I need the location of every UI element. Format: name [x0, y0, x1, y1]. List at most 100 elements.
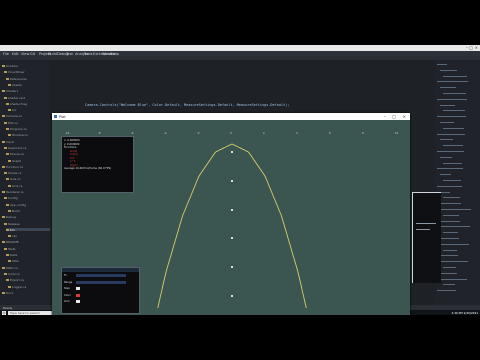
tree-item[interactable]: References	[6, 76, 50, 81]
menu-item-git[interactable]: Git	[30, 52, 35, 56]
tree-item[interactable]: Mouse.cs	[6, 152, 50, 156]
file-icon	[6, 128, 9, 130]
tree-item[interactable]: Series.cs	[4, 171, 48, 176]
tree-item[interactable]: Input	[2, 140, 46, 144]
x-tick-label: 0	[230, 132, 232, 135]
tree-item[interactable]: Release	[4, 222, 48, 226]
tree-item[interactable]: Tests	[4, 246, 48, 251]
text-line	[443, 267, 456, 268]
windows-start-icon[interactable]	[2, 310, 6, 315]
minimize-icon[interactable]: –	[384, 114, 386, 119]
setting-label: Range	[64, 280, 73, 284]
tree-item[interactable]: shader.vert	[4, 96, 48, 100]
tree-item[interactable]: Build	[8, 209, 52, 213]
close-icon[interactable]: ×	[475, 45, 478, 50]
tree-item-label: Graph	[12, 158, 22, 163]
tree-item[interactable]: Window.cs	[8, 133, 52, 138]
folder-icon	[2, 65, 5, 67]
menu-item-test[interactable]: Test	[66, 52, 73, 56]
text-line	[440, 278, 467, 280]
tree-item[interactable]: Axis.cs	[6, 177, 50, 181]
tree-item[interactable]: CloudDraw	[4, 70, 48, 74]
tree-item-label: Series.cs	[8, 171, 22, 176]
text-line	[443, 110, 465, 112]
tree-item-label: App.config	[10, 202, 26, 207]
folder-icon	[2, 216, 5, 219]
tree-item[interactable]: Assets	[8, 83, 52, 87]
menu-item-tools[interactable]: Tools	[84, 52, 93, 56]
close-icon[interactable]: ×	[403, 114, 406, 119]
tree-item[interactable]: README	[2, 240, 46, 244]
menu-item-build[interactable]: Build	[48, 52, 57, 56]
tree-item[interactable]: Renderer.cs	[2, 190, 46, 194]
tree-item[interactable]: Docs	[2, 291, 46, 295]
tree-item[interactable]: obj	[8, 234, 52, 238]
tree-item-label: References	[10, 76, 27, 81]
y-tick-mark	[231, 208, 233, 211]
color-swatch[interactable]	[76, 300, 80, 303]
setting-input[interactable]	[76, 280, 126, 284]
text-line	[437, 290, 456, 292]
tree-item[interactable]: Math.cs	[2, 266, 46, 270]
tree-item-label: Renderer.cs	[6, 190, 24, 194]
y-tick-mark	[231, 179, 233, 182]
tree-item[interactable]: Data	[6, 253, 50, 257]
tree-item[interactable]: Camera.cs	[2, 114, 46, 118]
tree-item-label: Export.cs	[10, 278, 24, 283]
tree-item[interactable]: Keyboard.cs	[4, 146, 48, 150]
tree-item[interactable]: src	[8, 108, 52, 112]
menu-item-help[interactable]: Help	[111, 52, 119, 56]
file-icon	[2, 90, 5, 93]
file-icon	[8, 209, 11, 212]
menu-item-edit[interactable]: Edit	[12, 52, 19, 56]
tree-item[interactable]: Solution	[2, 64, 46, 68]
code-line: Camera.Controls("Welcome Blue", Color.De…	[85, 103, 290, 107]
app-titlebar[interactable]: Plot – □ ×	[52, 113, 410, 120]
text-line	[443, 214, 459, 216]
clock-time: 4:36 PM	[451, 310, 463, 315]
menu-item-file[interactable]: File	[3, 52, 9, 56]
x-tick-label: -6	[131, 132, 134, 135]
settings-panel[interactable]: Fn Range Step Color Grid	[61, 267, 140, 314]
setting-input[interactable]	[76, 274, 126, 277]
plot-app-window[interactable]: Plot – □ × -10 -8 -6 -4 -2 0 2 4 6 8 10 x: 0.00000…	[52, 113, 410, 315]
menu-item-view[interactable]: View	[21, 52, 29, 56]
file-icon	[6, 77, 9, 80]
tree-item-label: Tests	[8, 246, 16, 251]
text-line	[440, 209, 471, 210]
file-icon	[8, 109, 11, 112]
text-line	[437, 133, 465, 135]
tree-item[interactable]: bin	[6, 227, 50, 232]
tree-item[interactable]: Graph	[8, 158, 52, 163]
tree-item[interactable]: Debug	[2, 215, 46, 219]
file-icon	[2, 266, 5, 269]
taskbar-clock[interactable]: 4:36 PM 2/20/2021	[451, 311, 478, 315]
secondary-window	[412, 192, 441, 283]
tree-item[interactable]: Program.cs	[6, 127, 50, 131]
tree-item[interactable]: Logger.cs	[8, 285, 52, 289]
status-text: Ready	[3, 305, 13, 310]
maximize-icon[interactable]: □	[392, 114, 396, 119]
tree-item[interactable]: Shaders	[2, 89, 46, 93]
maximize-icon[interactable]: □	[469, 45, 473, 50]
tree-item[interactable]: App.config	[6, 202, 50, 207]
tree-item[interactable]: Grid.cs	[8, 184, 52, 188]
x-tick-label: -4	[164, 132, 167, 135]
tree-item[interactable]: Utils	[8, 259, 52, 263]
tree-item[interactable]: shader.frag	[6, 102, 50, 106]
tree-item[interactable]: Plot.cs	[4, 121, 48, 125]
text-line	[443, 180, 461, 181]
plot-area[interactable]: -10 -8 -6 -4 -2 0 2 4 6 8 10 x: 0.000000 y: 0.00000…	[52, 120, 410, 315]
tree-item[interactable]: Export.cs	[6, 278, 50, 283]
tree-item[interactable]: Function.cs	[2, 165, 46, 169]
minimize-icon[interactable]: –	[466, 45, 468, 50]
tree-item-label: Window.cs	[12, 133, 28, 138]
color-swatch[interactable]	[76, 293, 80, 297]
properties-panel	[435, 60, 480, 305]
color-swatch[interactable]	[76, 287, 80, 290]
folder-icon	[2, 291, 5, 294]
tree-item[interactable]: Config	[4, 196, 48, 200]
tree-item[interactable]: Color.cs	[4, 272, 48, 276]
folder-icon	[6, 102, 9, 105]
info-panel[interactable]: x: 0.000000 y: 0.000000 Functions sin(x) cos…	[61, 136, 134, 193]
